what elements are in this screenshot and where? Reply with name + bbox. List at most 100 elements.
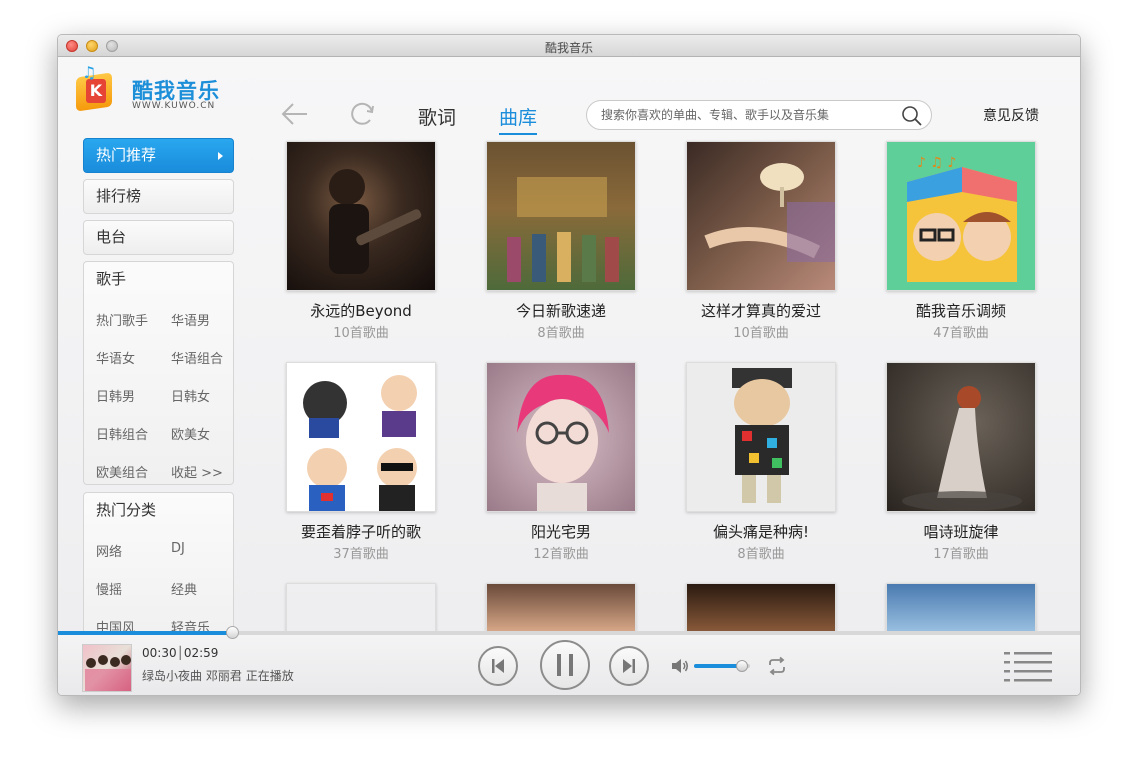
track-artist: 邓丽君 [205,669,242,683]
main-content: K ♫ 酷我音乐 WWW.KUWO.CN 歌词 曲库 意见反馈 热门推荐 [58,57,1080,695]
next-track-button[interactable] [609,646,649,686]
album-cover-image[interactable] [886,583,1036,633]
cartoon-boy-icon [732,368,792,503]
album-cover-image[interactable] [286,583,436,633]
sidebar-item-charts[interactable]: 排行榜 [83,179,234,214]
cartoon-heads-icon [303,375,417,511]
group-photo-icon [85,655,131,691]
svg-text:♪ ♫ ♪: ♪ ♫ ♪ [917,155,956,171]
pink-hair-girl-icon [517,374,609,511]
album-song-count: 8首歌曲 [537,326,585,341]
album-song-count: 47首歌曲 [933,326,989,341]
category-link[interactable]: 经典 [171,579,197,598]
feedback-link[interactable]: 意见反馈 [983,105,1039,125]
repeat-icon[interactable] [766,656,788,676]
album-cover-image[interactable] [686,141,836,291]
sidebar-item-radio[interactable]: 电台 [83,220,234,255]
album-cover-image[interactable] [286,362,436,512]
album-cover-image[interactable] [486,583,636,633]
playback-progress-fill [58,631,233,635]
collapse-link[interactable]: 收起 >> [171,462,223,481]
sidebar-item-label: 排行榜 [96,187,142,205]
search-box [586,100,932,130]
singer-link[interactable]: 华语组合 [171,348,223,367]
album-cover-image[interactable] [686,583,836,633]
search-input[interactable] [601,107,891,123]
previous-track-button[interactable] [478,646,518,686]
album-cover-image[interactable] [286,141,436,291]
now-playing-info: 绿岛小夜曲 邓丽君 正在播放 [142,667,294,684]
volume-icon[interactable] [670,656,690,676]
singer-link[interactable]: 欧美组合 [96,462,148,481]
album-cover-image[interactable] [886,362,1036,512]
search-icon[interactable] [901,105,923,127]
album-title: 今日新歌速递 [515,302,606,320]
volume-slider-fill [694,664,742,668]
album-cover-image[interactable] [486,141,636,291]
refresh-icon[interactable] [348,99,378,129]
music-note-icon: ♫ [82,63,97,82]
album-song-count: 8首歌曲 [737,547,785,562]
singer-silhouette-icon [329,169,422,274]
sidebar-item-hot-picks[interactable]: 热门推荐 [83,138,234,173]
cartoon-box-icon: ♪ ♫ ♪ [907,155,1017,282]
current-time: 00:30 [142,646,177,660]
pause-button[interactable] [540,640,590,690]
logo-k-icon: K [86,79,106,103]
tab-lyrics[interactable]: 歌词 [418,103,456,130]
sidebar-group-title: 热门分类 [96,501,157,519]
album-song-count: 12首歌曲 [533,547,589,562]
singer-link[interactable]: 华语男 [171,310,210,329]
tab-library[interactable]: 曲库 [499,103,538,135]
playlist-icon[interactable] [1004,650,1052,684]
album-song-count: 17首歌曲 [933,547,989,562]
album-title: 酷我音乐调频 [915,302,1006,320]
playback-time: 00:30│02:59 [142,646,219,660]
playback-status: 正在播放 [245,669,294,683]
album-cover-image[interactable] [486,362,636,512]
singer-link[interactable]: 日韩男 [96,386,135,405]
chevron-right-icon [218,152,223,160]
window-title: 酷我音乐 [544,41,593,55]
album-title: 这样才算真的爱过 [700,302,821,320]
singer-link[interactable]: 欧美女 [171,424,210,443]
skip-forward-icon [623,659,635,673]
app-window: 酷我音乐 K ♫ 酷我音乐 WWW.KUWO.CN 歌词 曲库 搜索你喜欢的单曲… [57,34,1081,696]
sidebar-group-singers: 歌手 热门歌手 华语男 华语女 华语组合 日韩男 日韩女 日韩组合 欧美女 欧美… [83,261,234,485]
album-song-count: 10首歌曲 [333,326,389,341]
album-cover-image[interactable]: ♪ ♫ ♪ [886,141,1036,291]
album-cover-image[interactable] [686,362,836,512]
pause-icon [557,654,573,676]
playback-progress-handle[interactable] [226,626,240,639]
category-link[interactable]: DJ [171,541,185,556]
skip-back-icon [492,659,504,673]
singer-link[interactable]: 日韩女 [171,386,210,405]
volume-slider-handle[interactable] [735,660,748,672]
playback-progress-bar[interactable] [58,626,1080,639]
hand-on-strings-icon [704,163,835,262]
woman-in-water-icon [902,386,1022,511]
drama-poster-icon [507,177,619,282]
logo-url: WWW.KUWO.CN [132,101,216,111]
sidebar-group-title: 歌手 [96,270,127,288]
category-link[interactable]: 网络 [96,541,122,560]
album-title: 要歪着脖子听的歌 [300,523,421,541]
track-title: 绿岛小夜曲 [142,669,203,683]
singer-link[interactable]: 华语女 [96,348,135,367]
player-bar: 00:30│02:59 绿岛小夜曲 邓丽君 正在播放 [58,626,1080,695]
back-arrow-icon[interactable] [280,99,310,129]
singer-link[interactable]: 热门歌手 [96,310,148,329]
album-title: 阳光宅男 [530,523,591,541]
now-playing-cover[interactable] [82,644,132,692]
title-bar[interactable]: 酷我音乐 [58,35,1080,57]
total-time: 02:59 [183,646,219,660]
sidebar-group-categories: 热门分类 网络 DJ 慢摇 经典 中国风 轻音乐 [83,492,234,642]
sidebar-item-label: 电台 [96,228,127,246]
category-link[interactable]: 慢摇 [96,579,122,598]
album-song-count: 37首歌曲 [333,547,389,562]
singer-link[interactable]: 日韩组合 [96,424,148,443]
album-title: 偏头痛是种病! [712,523,809,541]
app-logo[interactable]: K ♫ 酷我音乐 WWW.KUWO.CN [74,63,234,115]
volume-slider[interactable] [694,660,750,672]
album-title: 永远的Beyond [310,302,412,320]
